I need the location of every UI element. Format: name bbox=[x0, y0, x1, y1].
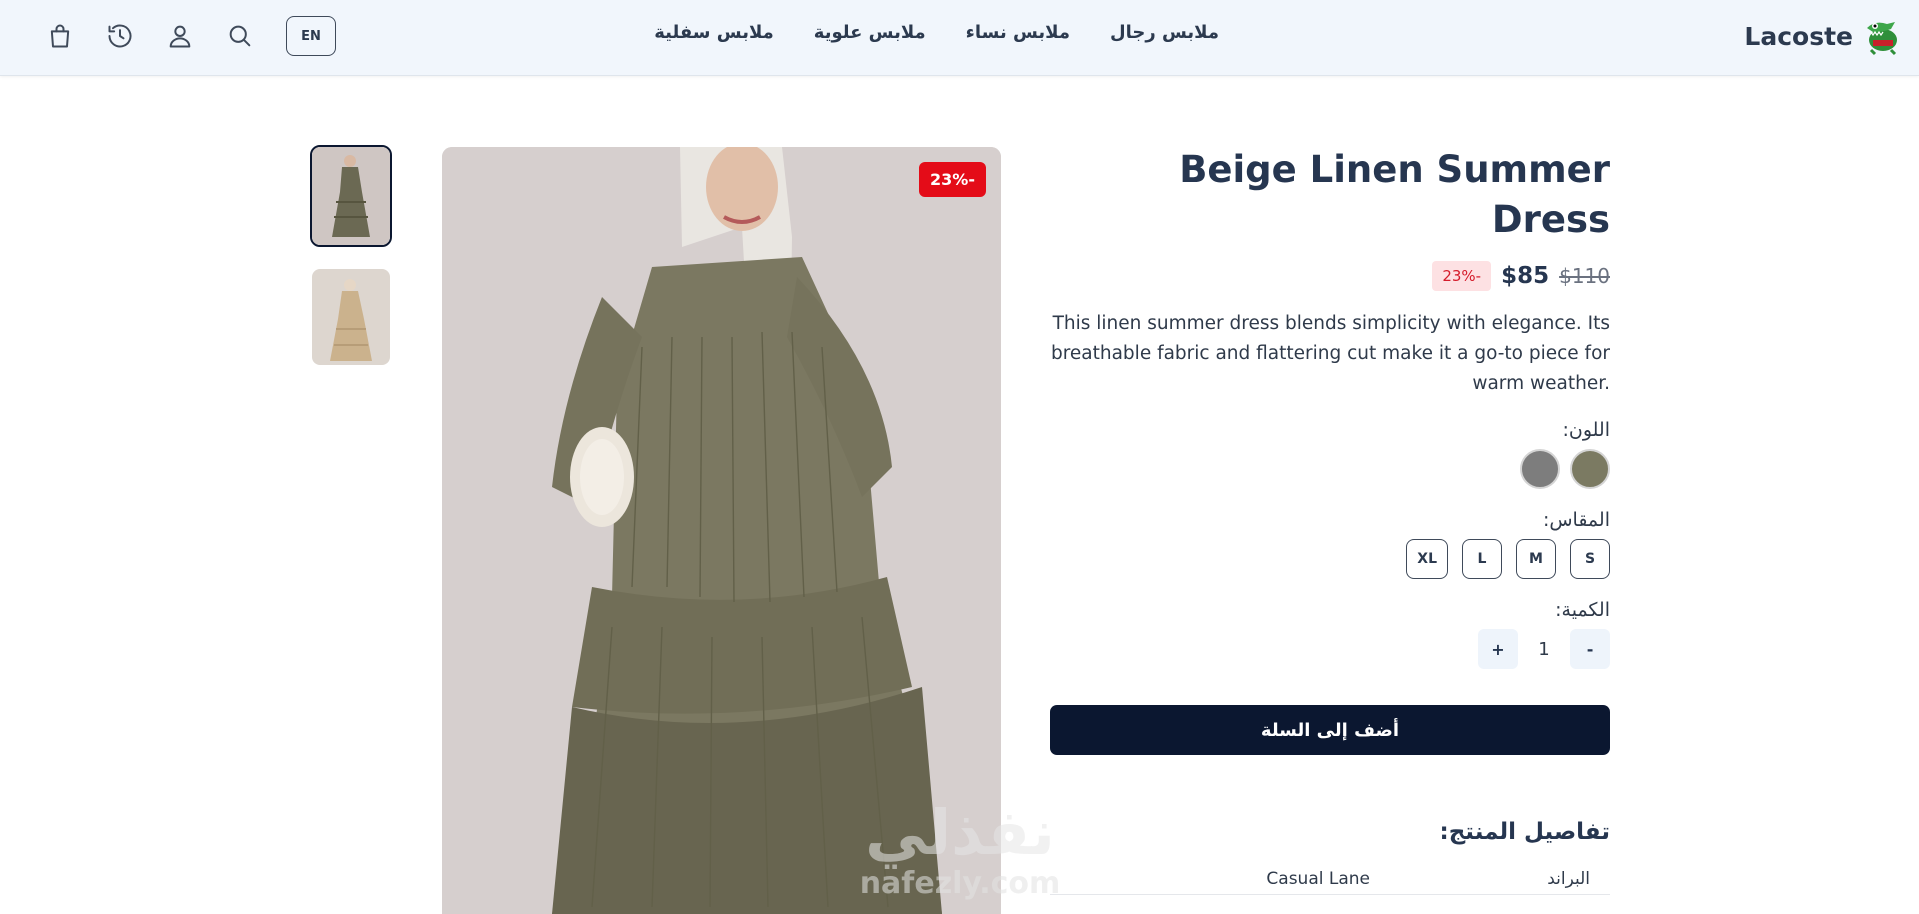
original-price: $110 bbox=[1559, 264, 1610, 288]
product-description: This linen summer dress blends simplicit… bbox=[1050, 313, 1610, 394]
spec-key: البراند bbox=[1547, 868, 1590, 889]
main-nav: ملابس رجال ملابس نساء ملابس علوية ملابس … bbox=[654, 22, 1219, 43]
price-row: 23%- $85 $110 bbox=[1050, 261, 1610, 291]
quantity-value[interactable]: 1 bbox=[1524, 639, 1564, 660]
size-label: المقاس: bbox=[1542, 509, 1610, 531]
gallery-thumbnail-2[interactable] bbox=[312, 269, 390, 365]
size-option-xl[interactable]: XL bbox=[1406, 539, 1448, 579]
discount-badge: 23%- bbox=[919, 162, 986, 197]
search-button[interactable] bbox=[210, 16, 270, 56]
product-details-heading: تفاصيل المنتج: bbox=[1439, 819, 1610, 845]
quantity-decrease-button[interactable]: - bbox=[1570, 629, 1610, 669]
cart-icon bbox=[50, 24, 70, 48]
language-toggle-button[interactable]: EN bbox=[286, 16, 336, 56]
quantity-stepper: - 1 + bbox=[1050, 629, 1610, 669]
gallery-thumbnail-1[interactable] bbox=[310, 145, 392, 247]
cart-button[interactable] bbox=[30, 16, 90, 56]
top-header: Lacoste ملابس رجال ملابس نساء ملابس علوي… bbox=[0, 0, 1919, 76]
color-swatch-gray[interactable] bbox=[1520, 449, 1560, 489]
account-button[interactable] bbox=[150, 16, 210, 56]
spec-row: البراند Casual Lane bbox=[1050, 863, 1610, 895]
current-price: $85 bbox=[1501, 263, 1550, 289]
dress-thumbnail-image bbox=[312, 269, 390, 365]
brand-logo[interactable]: Lacoste bbox=[1744, 16, 1901, 56]
size-option-m[interactable]: M bbox=[1516, 539, 1556, 579]
search-icon bbox=[229, 25, 251, 47]
quantity-label: الكمية: bbox=[1555, 599, 1610, 621]
watermark-logo: نفذلي nafezly.com bbox=[850, 800, 1070, 914]
product-title: Beige Linen Summer Dress bbox=[1179, 148, 1610, 241]
discount-pill: 23%- bbox=[1432, 261, 1492, 291]
history-button[interactable] bbox=[90, 16, 150, 56]
nav-item-bottoms[interactable]: ملابس سفلية bbox=[654, 22, 774, 43]
user-icon bbox=[169, 25, 191, 48]
nav-item-men[interactable]: ملابس رجال bbox=[1110, 22, 1219, 43]
quantity-increase-button[interactable]: + bbox=[1478, 629, 1518, 669]
color-options bbox=[1050, 449, 1610, 489]
crocodile-logo-icon bbox=[1867, 22, 1897, 56]
history-icon bbox=[108, 24, 132, 48]
brand-name: Lacoste bbox=[1744, 21, 1853, 51]
nav-item-tops[interactable]: ملابس علوية bbox=[814, 22, 926, 43]
watermark-url: nafezly.com bbox=[859, 866, 1061, 901]
color-swatch-olive[interactable] bbox=[1570, 449, 1610, 489]
add-to-cart-button[interactable]: أضف إلى السلة bbox=[1050, 705, 1610, 755]
spec-value: Casual Lane bbox=[1266, 868, 1370, 889]
size-options: S M L XL bbox=[1050, 539, 1610, 579]
nav-item-women[interactable]: ملابس نساء bbox=[966, 22, 1070, 43]
dress-thumbnail-image bbox=[312, 147, 390, 245]
header-actions: EN bbox=[30, 16, 336, 56]
watermark-arabic: نفذلي bbox=[865, 796, 1057, 869]
size-option-s[interactable]: S bbox=[1570, 539, 1610, 579]
color-label: اللون: bbox=[1562, 419, 1610, 441]
product-details-panel: Beige Linen Summer Dress 23%- $85 $110 T… bbox=[1050, 145, 1610, 895]
size-option-l[interactable]: L bbox=[1462, 539, 1502, 579]
